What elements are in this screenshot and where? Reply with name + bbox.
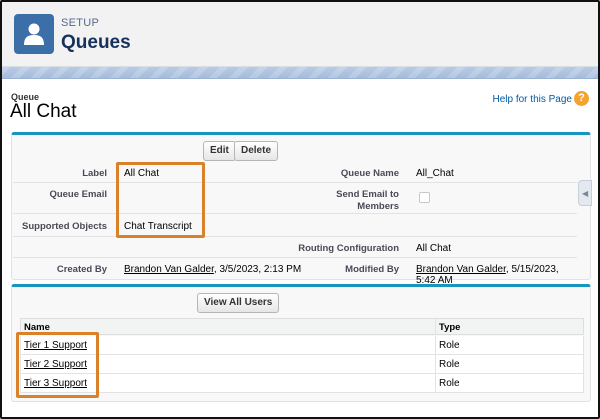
table-row: Tier 1 Support Role [20, 336, 584, 355]
routing-config-field-name: Routing Configuration [298, 243, 399, 254]
detail-row-email: Queue Email Send Email to Members [13, 184, 577, 214]
queue-email-field-name: Queue Email [49, 189, 107, 200]
annotation-highlight-members [16, 332, 99, 398]
setup-title: Queues [61, 32, 131, 53]
help-icon[interactable]: ? [574, 91, 589, 106]
created-by-user-link[interactable]: Brandon Van Galder [124, 264, 214, 275]
detail-row-audit: Created By Brandon Van Galder, 3/5/2023,… [13, 259, 577, 286]
decorative-band [2, 67, 598, 79]
annotation-highlight-fields [116, 162, 205, 238]
chevron-left-icon[interactable]: ◀ [578, 180, 592, 206]
label-field-name: Label [82, 168, 107, 179]
created-by-field-name: Created By [56, 264, 107, 275]
member-type: Role [439, 340, 460, 351]
created-by-field-value: Brandon Van Galder, 3/5/2023, 2:13 PM [124, 264, 301, 275]
routing-config-field-value: All Chat [416, 243, 452, 254]
page-title: All Chat [10, 101, 77, 122]
supported-objects-field-name: Supported Objects [22, 221, 107, 232]
queue-name-field-name: Queue Name [340, 168, 399, 179]
edit-button[interactable]: Edit [203, 141, 236, 161]
setup-eyebrow: SETUP [61, 17, 100, 29]
view-all-users-button[interactable]: View All Users [197, 293, 280, 313]
setup-header: SETUP Queues [2, 2, 598, 67]
table-row: Tier 3 Support Role [20, 374, 584, 393]
main-content: Queue All Chat Help for this Page ? Edit… [2, 80, 598, 417]
send-email-field-name: Send Email to Members [336, 189, 399, 212]
delete-button[interactable]: Delete [234, 141, 279, 161]
queue-detail-panel: Edit Delete Label All Chat Queue Name Al… [11, 132, 591, 286]
help-link[interactable]: Help for this Page [493, 94, 573, 105]
member-type: Role [439, 359, 460, 370]
queue-name-field-value: All_Chat [416, 168, 454, 179]
user-icon [14, 14, 54, 54]
member-type: Role [439, 378, 460, 389]
detail-row-objects: Supported Objects Chat Transcript [13, 215, 577, 237]
modified-by-user-link[interactable]: Brandon Van Galder [416, 264, 506, 275]
created-by-date: , 3/5/2023, 2:13 PM [213, 264, 302, 275]
modified-by-field-name: Modified By [345, 264, 399, 275]
table-row: Tier 2 Support Role [20, 355, 584, 374]
detail-row-label: Label All Chat Queue Name All_Chat [13, 163, 577, 183]
modified-by-field-value: Brandon Van Galder, 5/15/2023, 5:42 AM [416, 264, 577, 286]
send-email-checkbox [419, 192, 430, 203]
detail-row-routing: Routing Configuration All Chat [13, 238, 577, 258]
members-table-header: Name Type [20, 318, 584, 335]
column-header-type: Type [439, 322, 461, 333]
